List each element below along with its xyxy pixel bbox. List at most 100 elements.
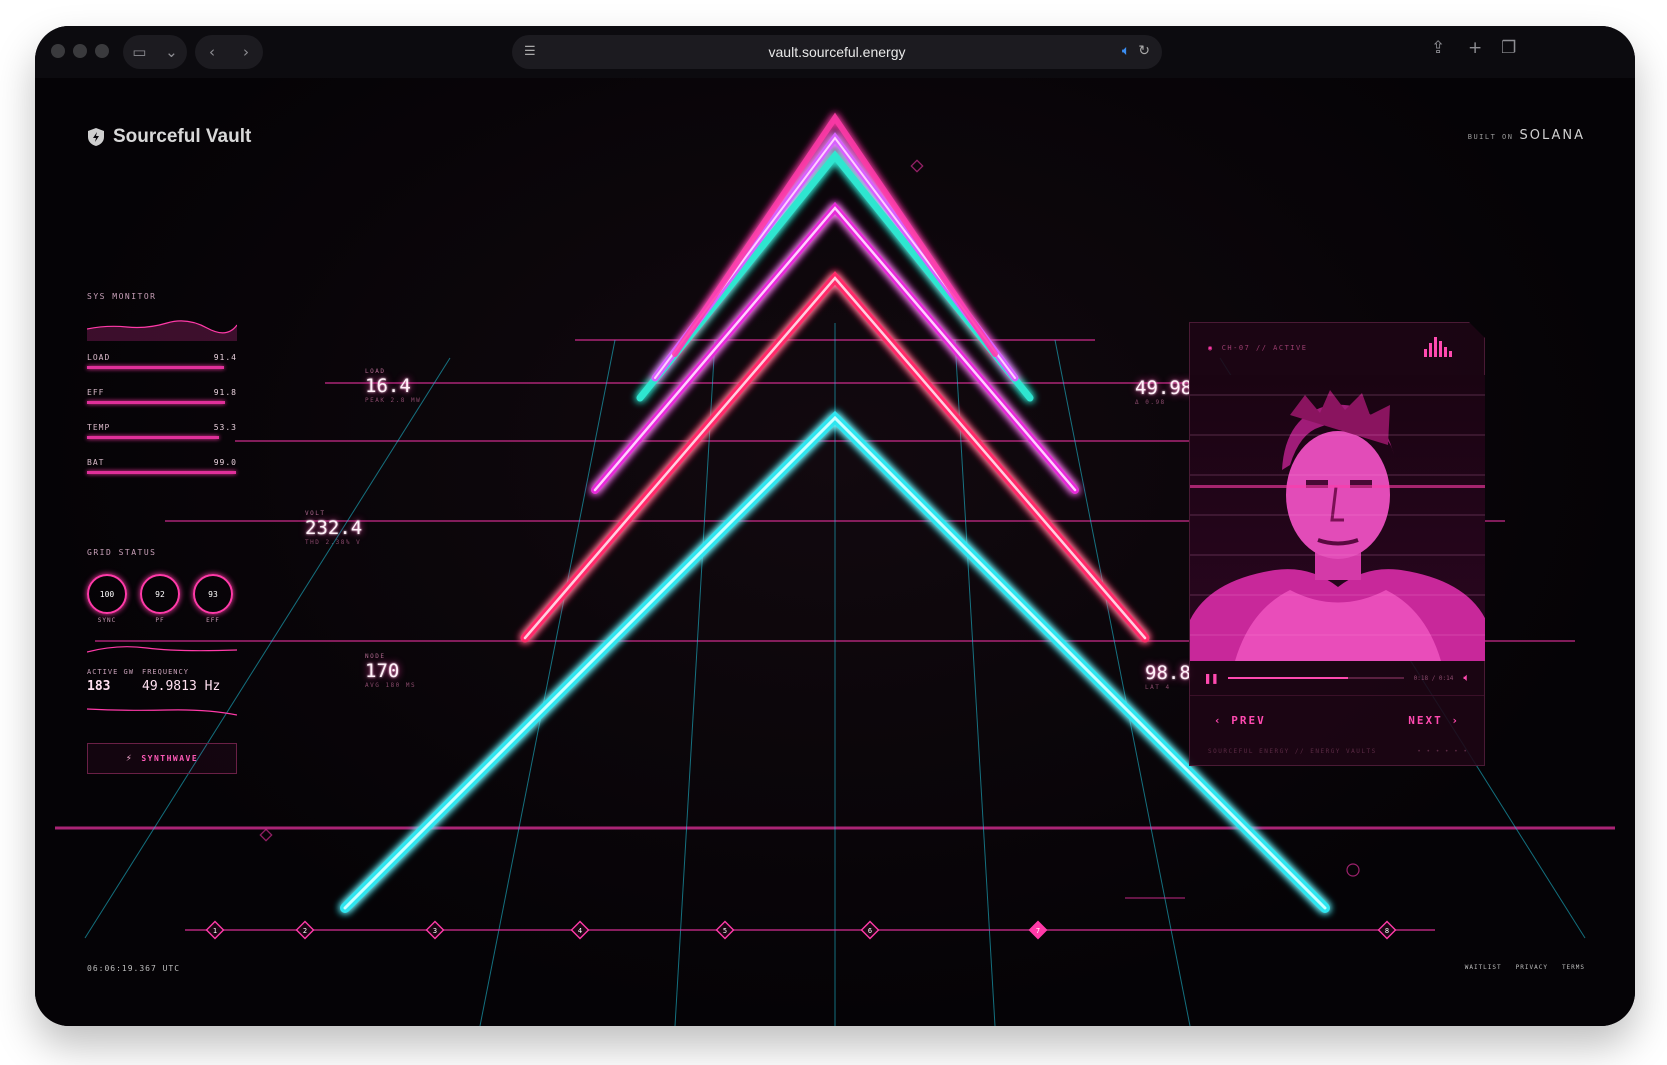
readout-frequency: 49.98 Δ 0.98 bbox=[1135, 377, 1192, 406]
brand-logo[interactable]: Sourceful Vault bbox=[87, 126, 251, 148]
sidebar-icon: ▭ bbox=[132, 43, 147, 61]
url-text: vault.sourceful.energy bbox=[768, 44, 906, 60]
metric-label: LOAD bbox=[87, 353, 111, 362]
bolt-icon: ⚡︎ bbox=[125, 753, 134, 764]
prev-button[interactable]: ‹ PREV bbox=[1214, 714, 1266, 727]
frequency-value: 49.9813 Hz bbox=[142, 679, 221, 694]
tab-overview-icon[interactable]: ❐ bbox=[1501, 38, 1516, 58]
timeline-step-label: 8 bbox=[1385, 927, 1389, 935]
footer-link-waitlist[interactable]: WAITLIST bbox=[1465, 964, 1502, 971]
sys-monitor-sparkline bbox=[86, 320, 238, 341]
metric-bar bbox=[87, 471, 236, 474]
timeline-step-7[interactable]: 7 bbox=[1028, 920, 1048, 940]
gauge-eff: 93 EFF bbox=[193, 574, 233, 630]
live-dot-icon: ◉ bbox=[1208, 344, 1214, 352]
timeline-step-3[interactable]: 3 bbox=[425, 920, 445, 940]
volume-icon[interactable]: 🔈︎ bbox=[1463, 671, 1470, 685]
prev-label: PREV bbox=[1231, 714, 1266, 727]
progress-bar[interactable] bbox=[1228, 677, 1404, 679]
readout-node: NODE 170 AVG 180 MS bbox=[365, 653, 416, 689]
gauge-ring: 93 bbox=[193, 574, 233, 614]
chevron-down-icon: ⌄ bbox=[165, 43, 178, 61]
sys-monitor-title: SYS MONITOR bbox=[87, 292, 157, 301]
new-tab-icon[interactable]: + bbox=[1468, 38, 1482, 58]
minimize-window-button[interactable] bbox=[73, 44, 87, 58]
forward-button[interactable]: › bbox=[243, 43, 249, 61]
readout-load-label: LOAD bbox=[365, 368, 386, 375]
metric-label: EFF bbox=[87, 388, 105, 397]
gauge-label: PF bbox=[155, 617, 165, 624]
built-on-label: BUILT ON bbox=[1467, 133, 1514, 141]
panel-nav: ‹ PREV NEXT › bbox=[1190, 695, 1484, 745]
zoom-window-button[interactable] bbox=[95, 44, 109, 58]
shield-bolt-icon bbox=[88, 128, 104, 146]
readout-load-value: 16.4 bbox=[365, 375, 411, 397]
timeline-step-5[interactable]: 5 bbox=[715, 920, 735, 940]
grid-gauges: 100 SYNC 92 PF 93 EFF bbox=[87, 574, 233, 630]
synthwave-button[interactable]: ⚡︎ SYNTHWAVE bbox=[87, 743, 237, 774]
timeline-step-label: 4 bbox=[578, 927, 582, 935]
web-viewport: 1 2 3 4 5 6 7 8 Sourceful Vault BUILT ON SOLANA… bbox=[35, 78, 1635, 1026]
readout-load-sub: PEAK 2.8 MW bbox=[365, 397, 422, 404]
timeline-step-label: 6 bbox=[868, 927, 872, 935]
footer-link-privacy[interactable]: PRIVACY bbox=[1516, 964, 1548, 971]
built-on-solana[interactable]: BUILT ON SOLANA bbox=[1468, 128, 1585, 143]
metric-value: 53.3 bbox=[213, 423, 237, 432]
speaker-icon[interactable]: 🔈︎ bbox=[1122, 42, 1130, 59]
metric-temp: TEMP 53.3 bbox=[87, 423, 237, 458]
timeline-step-label: 2 bbox=[303, 927, 307, 935]
page-settings-icon[interactable]: ☰ bbox=[524, 43, 536, 59]
metric-bar bbox=[87, 436, 219, 439]
close-window-button[interactable] bbox=[51, 44, 65, 58]
metric-bar bbox=[87, 401, 225, 404]
readout-node-label: NODE bbox=[365, 653, 386, 660]
panel-header: ◉ CH-07 // ACTIVE bbox=[1190, 323, 1484, 373]
timeline-step-label: 3 bbox=[433, 927, 437, 935]
gauge-ring: 100 bbox=[87, 574, 127, 614]
metric-value: 91.8 bbox=[213, 388, 237, 397]
solana-wordmark: SOLANA bbox=[1519, 128, 1585, 143]
timeline-step-1[interactable]: 1 bbox=[205, 920, 225, 940]
frequency-label: FREQUENCY bbox=[142, 668, 189, 676]
timeline-step-label: 1 bbox=[213, 927, 217, 935]
frequency-sparkline bbox=[87, 708, 237, 716]
readout-node-value: 170 bbox=[365, 660, 400, 682]
address-bar[interactable]: ☰ vault.sourceful.energy 🔈︎ ↻ bbox=[512, 35, 1162, 69]
panel-footer: SOURCEFUL ENERGY // ENERGY VAULTS bbox=[1208, 748, 1377, 755]
grid-sparkline bbox=[87, 646, 237, 653]
readout-volt-label: VOLT bbox=[305, 510, 326, 517]
timeline-step-8[interactable]: 8 bbox=[1377, 920, 1397, 940]
progress-fill bbox=[1228, 677, 1348, 679]
metric-bat: BAT 99.0 bbox=[87, 458, 237, 493]
readout-load: LOAD 16.4 PEAK 2.8 MW bbox=[365, 368, 421, 404]
next-button[interactable]: NEXT › bbox=[1408, 714, 1460, 727]
panel-footer-dots: • • • • • • bbox=[1417, 748, 1468, 755]
active-gw-value: 183 bbox=[87, 679, 111, 694]
sidebar-toggle[interactable]: ▭ ⌄ bbox=[123, 35, 187, 69]
pause-icon[interactable]: ❚❚ bbox=[1204, 671, 1218, 685]
back-button[interactable]: ‹ bbox=[209, 43, 215, 61]
readout-frequency-value: 49.98 bbox=[1135, 377, 1193, 399]
browser-window: ▭ ⌄ ‹ › ☰ vault.sourceful.energy 🔈︎ ↻ ⇪ … bbox=[35, 26, 1635, 1026]
utc-clock: 06:06:19.367 UTC bbox=[87, 964, 181, 973]
timeline-step-2[interactable]: 2 bbox=[295, 920, 315, 940]
readout-latency-sub: LAT 4 bbox=[1145, 684, 1171, 691]
pilot-portrait bbox=[1190, 375, 1485, 661]
next-label: NEXT bbox=[1408, 714, 1443, 727]
active-gw-label: ACTIVE GW bbox=[87, 668, 134, 676]
timeline-step-6[interactable]: 6 bbox=[860, 920, 880, 940]
timeline-step-4[interactable]: 4 bbox=[570, 920, 590, 940]
metric-value: 91.4 bbox=[213, 353, 237, 362]
synthwave-label: SYNTHWAVE bbox=[141, 754, 199, 763]
sys-monitor: SYS MONITOR LOAD 91.4 EFF 91.8 TEMP 53.3 BAT 99… bbox=[86, 292, 238, 493]
metric-bar bbox=[87, 366, 225, 369]
grid-status-title: GRID STATUS bbox=[87, 548, 157, 557]
portrait-image bbox=[1190, 390, 1485, 661]
reload-icon[interactable]: ↻ bbox=[1138, 42, 1150, 59]
readout-node-sub: AVG 180 MS bbox=[365, 682, 417, 689]
share-icon[interactable]: ⇪ bbox=[1431, 38, 1445, 58]
history-nav: ‹ › bbox=[195, 35, 263, 69]
footer-link-terms[interactable]: TERMS bbox=[1562, 964, 1585, 971]
channel-status: CH-07 // ACTIVE bbox=[1221, 344, 1308, 352]
timeline-step-label: 5 bbox=[723, 927, 727, 935]
